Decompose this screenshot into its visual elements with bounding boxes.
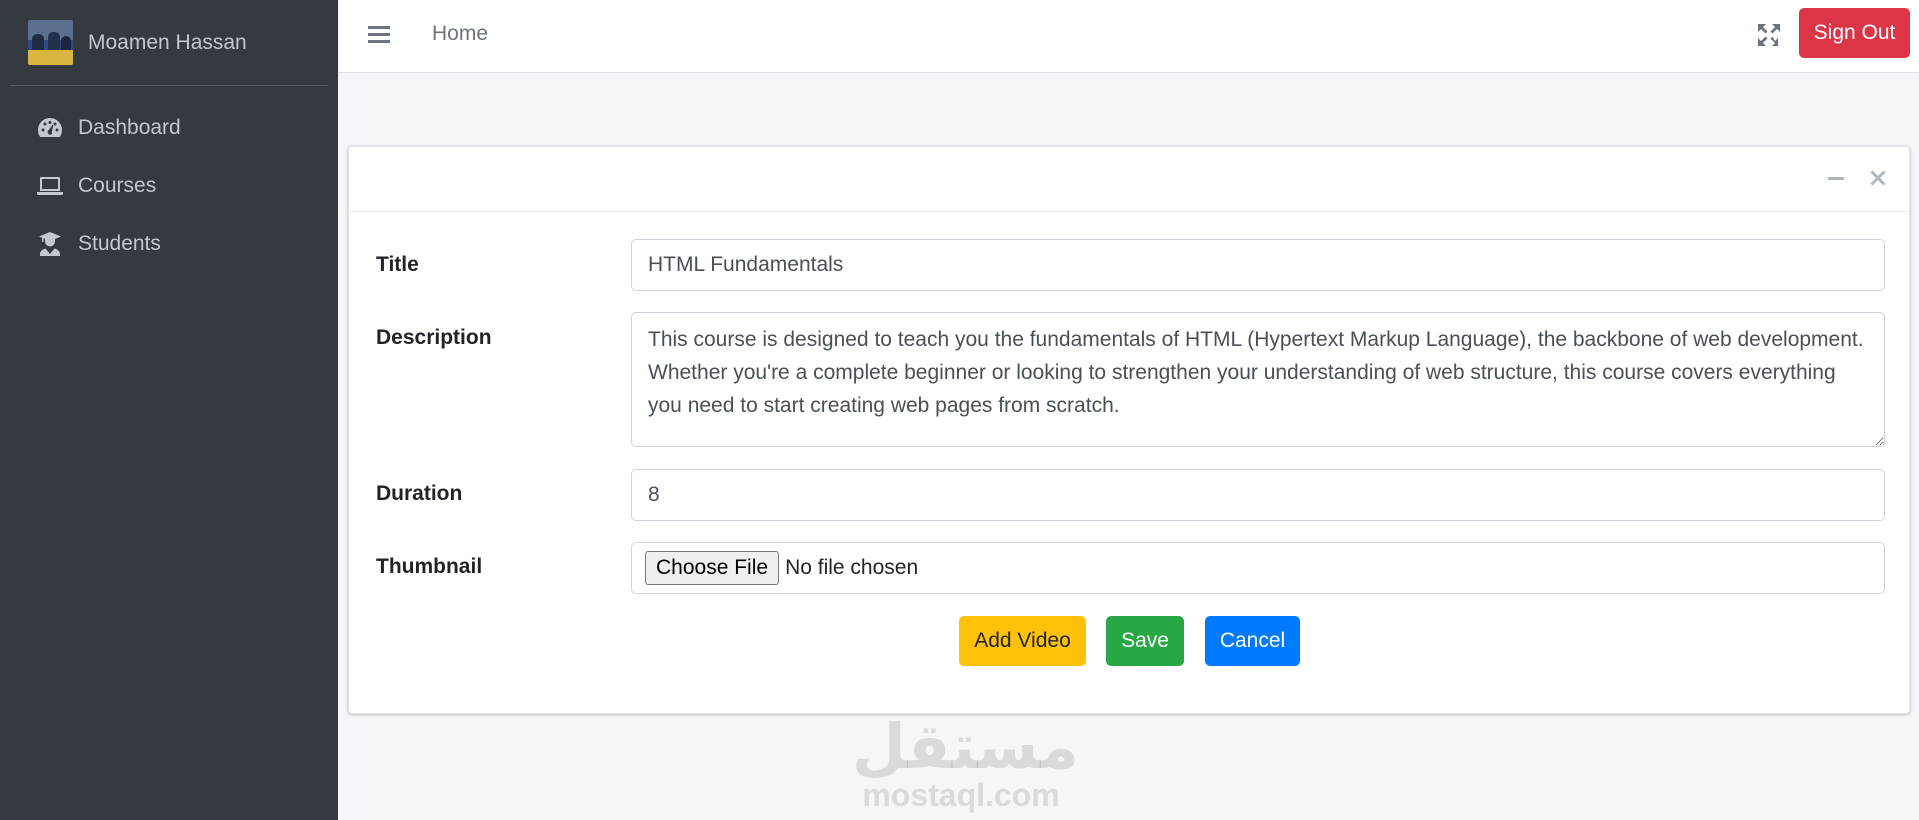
cancel-button[interactable]: Cancel	[1205, 616, 1300, 666]
sidebar-item-label: Students	[78, 232, 161, 255]
watermark-arabic: مستقل	[852, 710, 1079, 783]
thumbnail-label: Thumbnail	[376, 555, 483, 578]
home-link[interactable]: Home	[432, 22, 488, 46]
watermark-latin: mostaql.com	[862, 777, 1060, 813]
menu-toggle-icon[interactable]	[368, 22, 390, 48]
tachometer-icon	[36, 114, 64, 142]
user-name[interactable]: Moamen Hassan	[88, 31, 247, 55]
file-status: No file chosen	[785, 556, 919, 579]
minimize-icon[interactable]	[1825, 167, 1847, 189]
duration-label: Duration	[376, 482, 463, 505]
laptop-icon	[36, 172, 64, 200]
save-button[interactable]: Save	[1106, 616, 1184, 666]
user-panel[interactable]: Moamen Hassan	[10, 0, 328, 86]
sidebar-item-label: Courses	[78, 174, 157, 197]
title-input[interactable]	[631, 239, 1885, 291]
description-textarea[interactable]: This course is designed to teach you the…	[631, 312, 1885, 447]
graduate-icon	[36, 230, 64, 258]
fullscreen-icon[interactable]	[1756, 22, 1782, 48]
card-header	[349, 147, 1909, 212]
sidebar-item-dashboard[interactable]: Dashboard	[0, 99, 338, 157]
sidebar: Moamen Hassan Dashboard Courses Students	[0, 0, 338, 820]
course-form-card: Title Description This course is designe…	[348, 146, 1910, 714]
thumbnail-file-input[interactable]: Choose File No file chosen	[631, 542, 1885, 594]
top-navbar: Home Sign Out	[338, 0, 1919, 73]
sign-out-button[interactable]: Sign Out	[1799, 8, 1910, 58]
choose-file-button[interactable]: Choose File	[645, 551, 780, 585]
title-label: Title	[376, 253, 419, 276]
add-video-button[interactable]: Add Video	[959, 616, 1086, 666]
sidebar-item-courses[interactable]: Courses	[0, 157, 338, 215]
sidebar-item-students[interactable]: Students	[0, 215, 338, 273]
watermark: مستقل mostaql.com	[852, 710, 1079, 813]
sidebar-nav: Dashboard Courses Students	[0, 86, 338, 273]
close-icon[interactable]	[1867, 167, 1889, 189]
duration-input[interactable]	[631, 469, 1885, 521]
avatar[interactable]	[28, 20, 73, 65]
description-label: Description	[376, 326, 492, 349]
sidebar-item-label: Dashboard	[78, 116, 181, 139]
